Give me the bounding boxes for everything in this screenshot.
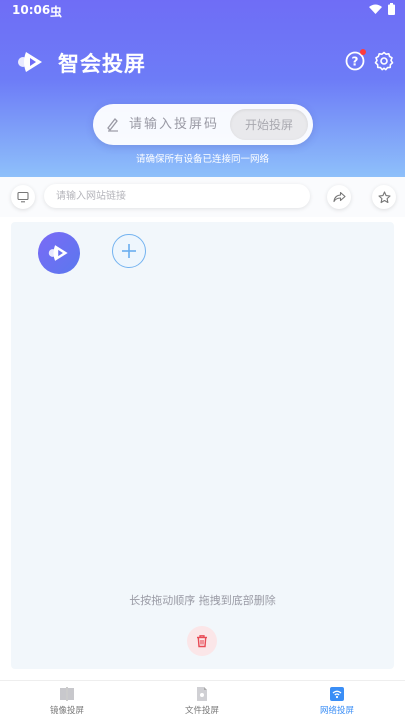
cast-code-bar: 开始投屏 (93, 104, 313, 145)
plus-icon (122, 244, 136, 258)
nav-label-file: 文件投屏 (184, 706, 219, 716)
status-time: 10:06 (12, 3, 51, 17)
device-button[interactable] (11, 185, 35, 209)
cast-code-input[interactable] (129, 113, 229, 135)
share-icon (332, 191, 346, 203)
svg-text:?: ? (352, 55, 359, 69)
header: 10:06 虫 智会投屏 ? 开始投屏 请确保所有设备 (0, 0, 405, 177)
app-logo-icon (18, 52, 42, 72)
file-icon (197, 687, 207, 701)
app-title: 智会投屏 (58, 52, 146, 76)
drag-hint: 长按拖动顺序 拖拽到底部删除 (129, 594, 276, 607)
zhihui-logo-icon (48, 245, 68, 261)
nav-mirror-cast[interactable]: 镜像投屏 (27, 686, 107, 718)
wifi-icon (369, 4, 382, 14)
mirror-icon (60, 687, 74, 701)
nav-label-mirror: 镜像投屏 (49, 706, 84, 716)
star-icon (377, 190, 391, 203)
settings-gear-icon[interactable] (374, 51, 394, 71)
nav-label-network: 网络投屏 (319, 706, 354, 716)
pen-icon (107, 118, 118, 132)
nav-file-cast[interactable]: 文件投屏 (162, 686, 242, 718)
battery-icon (388, 3, 395, 15)
favorite-button[interactable] (372, 185, 396, 209)
url-input-wrap (44, 184, 310, 208)
network-hint: 请确保所有设备已连接同一网络 (135, 154, 269, 165)
bottom-nav: 镜像投屏 文件投屏 网络投屏 (0, 680, 405, 720)
status-icons (369, 3, 395, 15)
debug-app-indicator: 虫 (50, 5, 63, 19)
site-shortcut[interactable] (38, 232, 80, 274)
delete-drop-zone[interactable] (187, 626, 217, 656)
add-site-button[interactable] (112, 234, 146, 268)
monitor-icon (17, 191, 29, 203)
start-cast-button[interactable]: 开始投屏 (230, 109, 308, 140)
url-row (0, 177, 405, 217)
bookmark-panel: 长按拖动顺序 拖拽到底部删除 (11, 222, 394, 669)
trash-icon (197, 635, 207, 648)
notification-dot (360, 49, 366, 55)
nav-network-cast[interactable]: 网络投屏 (297, 686, 377, 718)
network-icon (330, 687, 344, 701)
url-input[interactable] (56, 187, 296, 205)
share-button[interactable] (327, 185, 351, 209)
status-bar: 10:06 虫 (0, 0, 405, 22)
